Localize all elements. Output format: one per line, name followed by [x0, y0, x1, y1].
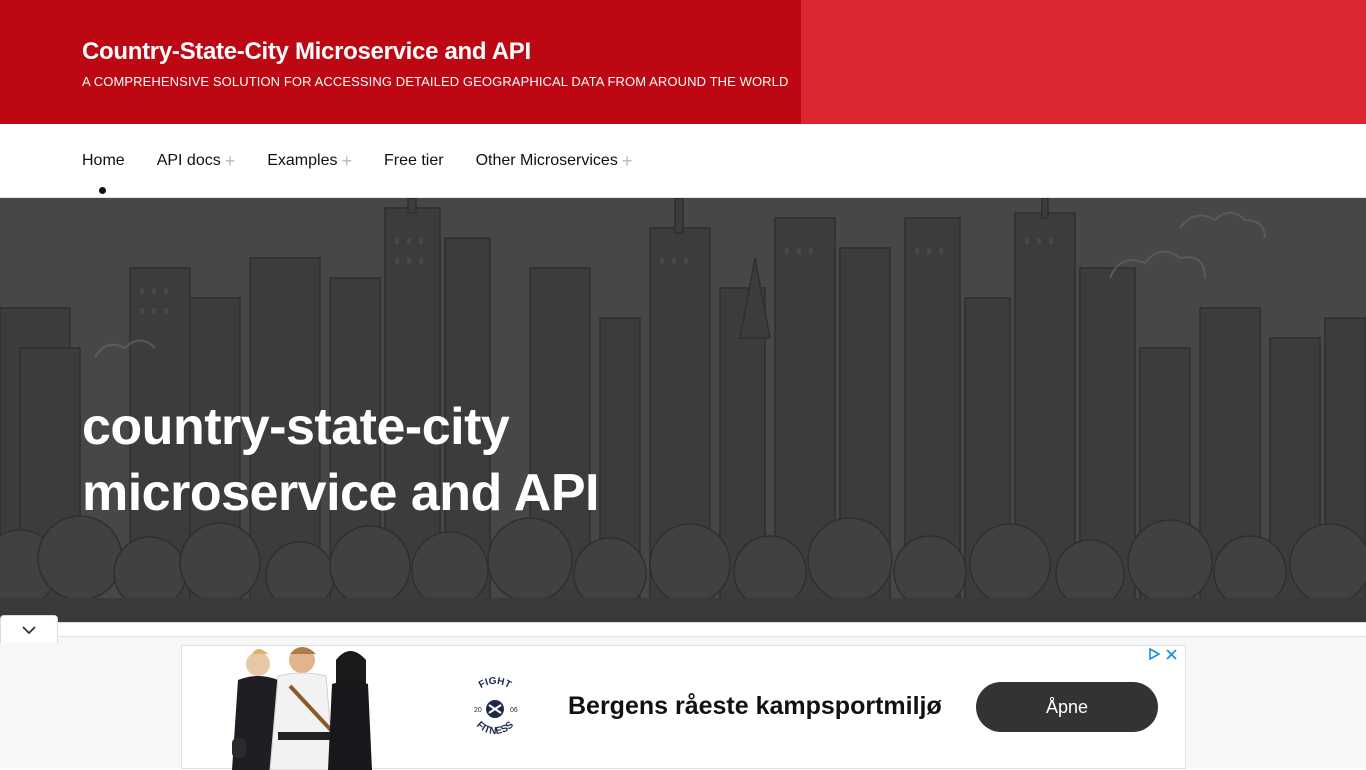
ad-choices-icon[interactable] — [1148, 648, 1160, 660]
site-tagline: A COMPREHENSIVE SOLUTION FOR ACCESSING D… — [82, 74, 789, 89]
collapse-ad-button[interactable] — [0, 615, 58, 643]
nav-item-label: Examples — [267, 152, 338, 169]
active-indicator — [97, 185, 109, 196]
ad-headline[interactable]: Bergens råeste kampsportmiljø — [568, 692, 942, 721]
hero-title: country-state-city microservice and API — [82, 394, 722, 526]
plus-icon[interactable]: + — [225, 152, 236, 170]
main-navigation: Home API docs + Examples + Free tier Oth… — [0, 124, 1366, 198]
plus-icon[interactable]: + — [341, 152, 352, 170]
nav-list: Home API docs + Examples + Free tier Oth… — [82, 124, 664, 198]
nav-item-label: Home — [82, 152, 125, 169]
ad-strip-top-border — [56, 623, 1366, 637]
nav-item-api-docs[interactable]: API docs + — [157, 152, 236, 170]
nav-item-examples[interactable]: Examples + — [267, 152, 352, 170]
svg-text:FIGHT: FIGHT — [477, 676, 513, 691]
plus-icon[interactable]: + — [622, 152, 633, 170]
ad-banner[interactable]: FIGHT FITNESS 20 06 Bergens råeste kamps… — [181, 645, 1186, 770]
nav-item-label: Other Microservices — [475, 152, 618, 169]
hero-banner: country-state-city microservice and API — [0, 198, 1366, 622]
header-brand-block: Country-State-City Microservice and API … — [0, 0, 801, 124]
ad-people-image — [232, 647, 372, 770]
site-header: Country-State-City Microservice and API … — [0, 0, 1366, 124]
nav-item-home[interactable]: Home — [82, 152, 125, 196]
close-icon[interactable] — [1166, 648, 1177, 660]
hero-title-line-1: country-state-city — [82, 398, 510, 456]
nav-item-label: API docs — [156, 152, 221, 169]
nav-item-label: Free tier — [384, 152, 444, 169]
svg-text:20: 20 — [474, 707, 482, 714]
ad-choices[interactable] — [1148, 648, 1177, 660]
nav-item-other-microservices[interactable]: Other Microservices + — [476, 152, 633, 170]
ad-anchor-strip: FIGHT FITNESS 20 06 Bergens råeste kamps… — [0, 615, 1366, 770]
fight-fitness-logo: FIGHT FITNESS 20 06 — [460, 674, 530, 744]
nav-item-free-tier[interactable]: Free tier — [384, 152, 444, 170]
site-title[interactable]: Country-State-City Microservice and API — [82, 38, 531, 66]
svg-text:06: 06 — [510, 707, 518, 714]
hero-title-line-2: microservice and API — [82, 464, 599, 522]
svg-text:FITNESS: FITNESS — [474, 719, 516, 737]
ad-open-button[interactable]: Åpne — [976, 682, 1158, 732]
chevron-down-icon — [22, 625, 36, 634]
